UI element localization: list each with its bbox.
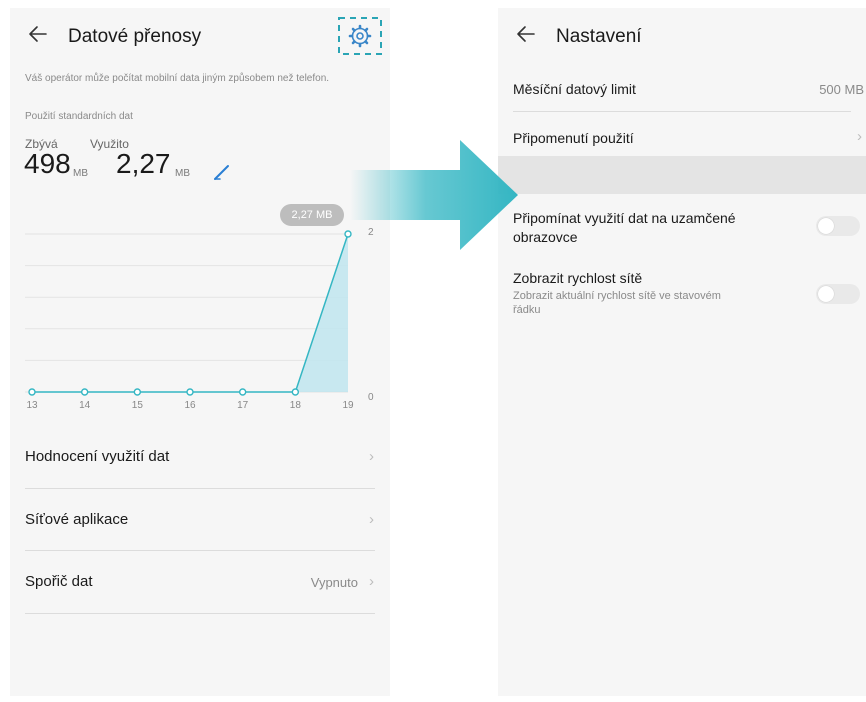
row-label: Spořič dat [25, 573, 93, 590]
series-line [32, 233, 349, 393]
toggle-knob [818, 218, 834, 234]
series-area [32, 234, 348, 392]
data-point [80, 388, 89, 396]
row-label: Síťové aplikace [25, 511, 129, 528]
monthly-limit-label: Měsíční datový limit [513, 81, 636, 97]
chevron-right-icon: › [369, 511, 374, 528]
data-point [186, 388, 194, 396]
data-saver-row[interactable]: Spořič dat Vypnuto › [10, 551, 390, 613]
arrow-right-icon [350, 140, 518, 250]
data-usage-ranking-row[interactable]: Hodnocení využití dat › [10, 426, 390, 488]
x-tick-label: 16 [184, 400, 196, 411]
divider [513, 111, 851, 112]
lockscreen-usage-label-line1: Připomínat využití dat na uzamčené [513, 210, 736, 226]
toggle-knob [818, 286, 834, 302]
lockscreen-usage-toggle[interactable] [816, 216, 860, 236]
settings-screen: Nastavení Měsíční datový limit 500 MB Př… [498, 8, 866, 696]
x-tick-label: 18 [289, 400, 301, 411]
data-point [291, 388, 300, 396]
section-separator [498, 156, 866, 194]
network-speed-label: Zobrazit rychlost sítě [513, 270, 643, 286]
chart-tooltip: 2,27 MB [280, 204, 344, 226]
row-label: Hodnocení využití dat [25, 448, 170, 465]
lockscreen-usage-label-line2: obrazovce [513, 229, 578, 245]
x-tick-label: 15 [131, 400, 143, 411]
network-speed-toggle[interactable] [816, 284, 860, 304]
network-speed-sublabel-line2: řádku [513, 304, 541, 316]
x-tick-label: 19 [342, 400, 354, 411]
data-point [28, 388, 36, 396]
x-tick-label: 13 [26, 400, 38, 411]
data-saver-status: Vypnuto [310, 575, 358, 590]
data-point [133, 388, 142, 396]
y-tick-label: 0 [368, 392, 374, 403]
chevron-right-icon: › [369, 573, 374, 590]
data-point [238, 388, 247, 396]
chevron-right-icon: › [857, 128, 862, 145]
header: Nastavení [498, 8, 866, 64]
monthly-limit-value: 500 MB [819, 82, 864, 97]
data-usage-screen: Datové přenosy Váš operátor může počítat… [10, 8, 390, 696]
divider [25, 613, 375, 614]
usage-reminder-label: Připomenutí použití [513, 130, 634, 146]
network-apps-row[interactable]: Síťové aplikace › [10, 489, 390, 551]
chevron-right-icon: › [369, 448, 374, 465]
arrow-left-icon[interactable] [514, 22, 538, 46]
network-speed-sublabel-line1: Zobrazit aktuální rychlost sítě ve stavo… [513, 290, 721, 302]
x-tick-label: 14 [79, 400, 91, 411]
page-title: Nastavení [556, 26, 642, 47]
x-tick-label: 17 [237, 400, 249, 411]
